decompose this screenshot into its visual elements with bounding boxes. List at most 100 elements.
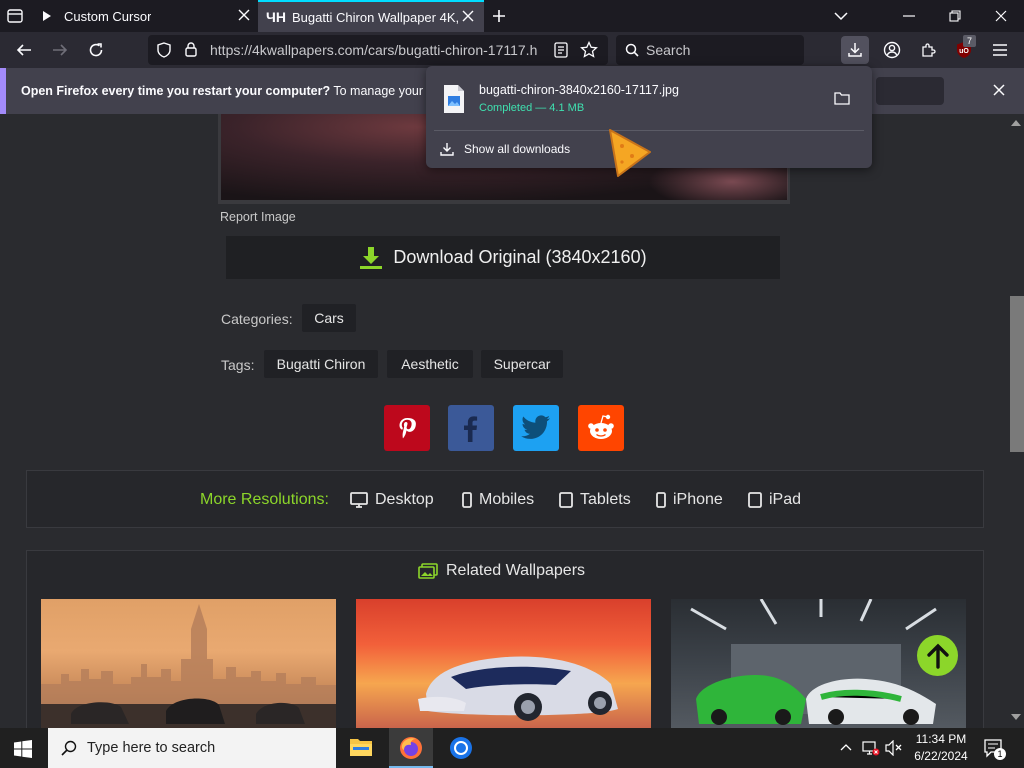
tab-bugatti-chiron[interactable]: ЧН Bugatti Chiron Wallpaper 4K, Ae	[258, 0, 484, 32]
download-status: Completed — 4.1 MB	[479, 102, 585, 114]
image-file-icon	[442, 84, 466, 114]
close-tab-icon[interactable]	[462, 10, 474, 22]
download-filename: bugatti-chiron-3840x2160-17117.jpg	[479, 83, 679, 97]
arrow-up-icon	[926, 643, 949, 669]
desktop-icon	[350, 492, 368, 508]
url-text[interactable]: https://4kwallpapers.com/cars/bugatti-ch…	[210, 42, 542, 58]
page-scrollbar[interactable]	[1008, 114, 1024, 728]
list-all-tabs-icon[interactable]	[6, 7, 24, 25]
ublock-origin-icon[interactable]: uO 7	[950, 35, 978, 64]
site-favicon-icon: ЧН	[266, 9, 286, 25]
notification-close-icon[interactable]	[993, 84, 1005, 96]
resolution-label: Tablets	[580, 491, 631, 508]
resolution-label: Desktop	[375, 491, 434, 508]
resolution-tablets-link[interactable]: Tablets	[559, 490, 631, 510]
download-item[interactable]: bugatti-chiron-3840x2160-17117.jpg Compl…	[434, 72, 864, 126]
extension-badge: 7	[963, 35, 976, 47]
tag-chip-bugatti-chiron[interactable]: Bugatti Chiron	[264, 350, 378, 378]
download-original-button[interactable]: Download Original (3840x2160)	[226, 236, 780, 279]
hamburger-menu-icon[interactable]	[986, 36, 1014, 64]
navigation-toolbar: https://4kwallpapers.com/cars/bugatti-ch…	[0, 32, 1024, 68]
open-folder-icon[interactable]	[834, 91, 850, 105]
resolution-label: iPhone	[673, 491, 723, 508]
restore-button[interactable]	[932, 0, 978, 32]
bookmark-star-icon[interactable]	[580, 41, 598, 59]
reddit-share-button[interactable]	[578, 405, 624, 451]
file-explorer-icon[interactable]	[349, 736, 373, 758]
reload-button[interactable]	[82, 36, 110, 64]
search-placeholder: Search	[646, 42, 691, 58]
more-resolutions-label: More Resolutions:	[200, 491, 329, 508]
tab-title: Custom Cursor	[64, 8, 152, 24]
account-icon[interactable]	[878, 36, 906, 64]
network-icon[interactable]	[862, 740, 880, 756]
categories-label: Categories:	[221, 311, 293, 327]
notification-text: To manage your Start	[333, 84, 425, 98]
related-wallpaper-bugatti-sunset-thumbnail[interactable]	[356, 599, 651, 728]
iphone-icon	[656, 492, 666, 508]
cursor-favicon-icon	[42, 10, 52, 22]
firefox-icon	[399, 736, 423, 760]
notification-action-button[interactable]	[876, 77, 944, 105]
report-image-link[interactable]: Report Image	[220, 210, 296, 224]
facebook-share-button[interactable]	[448, 405, 494, 451]
show-all-downloads-label: Show all downloads	[464, 142, 571, 156]
action-center-icon[interactable]: 1	[983, 738, 1006, 760]
related-wallpaper-dubai-thumbnail[interactable]	[41, 599, 336, 728]
scroll-down-arrow-icon[interactable]	[1011, 714, 1021, 720]
scroll-to-top-button[interactable]	[917, 635, 958, 676]
forward-button[interactable]	[46, 36, 74, 64]
category-chip-cars[interactable]: Cars	[302, 304, 356, 332]
tags-label: Tags:	[221, 357, 255, 373]
clock-time[interactable]: 11:34 PM	[906, 732, 976, 746]
new-tab-icon[interactable]	[492, 9, 506, 23]
mobile-icon	[462, 492, 472, 508]
close-tab-icon[interactable]	[238, 9, 250, 21]
close-window-button[interactable]	[978, 0, 1024, 32]
pinterest-icon	[394, 415, 420, 441]
taskbar-search-input[interactable]: Type here to search	[48, 728, 336, 768]
reader-view-icon[interactable]	[554, 42, 568, 58]
scrollbar-thumb[interactable]	[1010, 296, 1024, 452]
windows-start-icon[interactable]	[14, 740, 32, 758]
resolution-desktop-link[interactable]: Desktop	[350, 490, 434, 510]
pinterest-share-button[interactable]	[384, 405, 430, 451]
images-icon	[418, 563, 438, 579]
download-button-label: Download Original (3840x2160)	[393, 247, 647, 267]
resolution-label: iPad	[769, 491, 802, 508]
reddit-icon	[588, 414, 614, 439]
minimize-button[interactable]	[886, 0, 932, 32]
downloads-button[interactable]	[841, 36, 869, 64]
tag-chip-aesthetic[interactable]: Aesthetic	[387, 350, 473, 378]
resolution-iphone-link[interactable]: iPhone	[656, 490, 723, 510]
url-bar[interactable]: https://4kwallpapers.com/cars/bugatti-ch…	[148, 35, 608, 65]
notification-bold-text: Open Firefox every time you restart your…	[21, 84, 331, 98]
taskbar-search-placeholder: Type here to search	[87, 740, 216, 756]
show-hidden-icons-chevron[interactable]	[840, 743, 852, 751]
resolution-label: Mobiles	[479, 491, 535, 508]
nacho-cursor-icon	[608, 128, 652, 178]
scroll-up-arrow-icon[interactable]	[1011, 120, 1021, 126]
chrome-icon[interactable]	[449, 736, 473, 760]
svg-text:uO: uO	[959, 48, 969, 55]
resolution-mobiles-link[interactable]: Mobiles	[462, 490, 534, 510]
resolution-ipad-link[interactable]: iPad	[748, 490, 801, 510]
back-button[interactable]	[10, 36, 38, 64]
extensions-puzzle-icon[interactable]	[914, 36, 942, 64]
notification-message: Open Firefox every time you restart your…	[21, 84, 425, 98]
clock-date[interactable]: 6/22/2024	[906, 749, 976, 763]
tab-strip: Custom Cursor ЧН Bugatti Chiron Wallpape…	[0, 0, 1024, 32]
facebook-icon	[464, 416, 478, 442]
tracking-protection-shield-icon[interactable]	[156, 42, 172, 58]
search-input[interactable]: Search	[616, 35, 804, 65]
related-wallpapers-heading: Related Wallpapers	[418, 562, 585, 580]
tab-custom-cursor[interactable]: Custom Cursor	[32, 0, 258, 32]
volume-muted-icon[interactable]	[885, 740, 903, 756]
firefox-taskbar-button[interactable]	[389, 728, 433, 768]
tab-overflow-chevron-icon[interactable]	[834, 11, 848, 21]
lock-icon[interactable]	[184, 41, 198, 57]
web-page-content: Report Image Download Original (3840x216…	[0, 114, 1008, 728]
download-arrow-icon	[440, 142, 454, 156]
twitter-share-button[interactable]	[513, 405, 559, 451]
tag-chip-supercar[interactable]: Supercar	[481, 350, 563, 378]
